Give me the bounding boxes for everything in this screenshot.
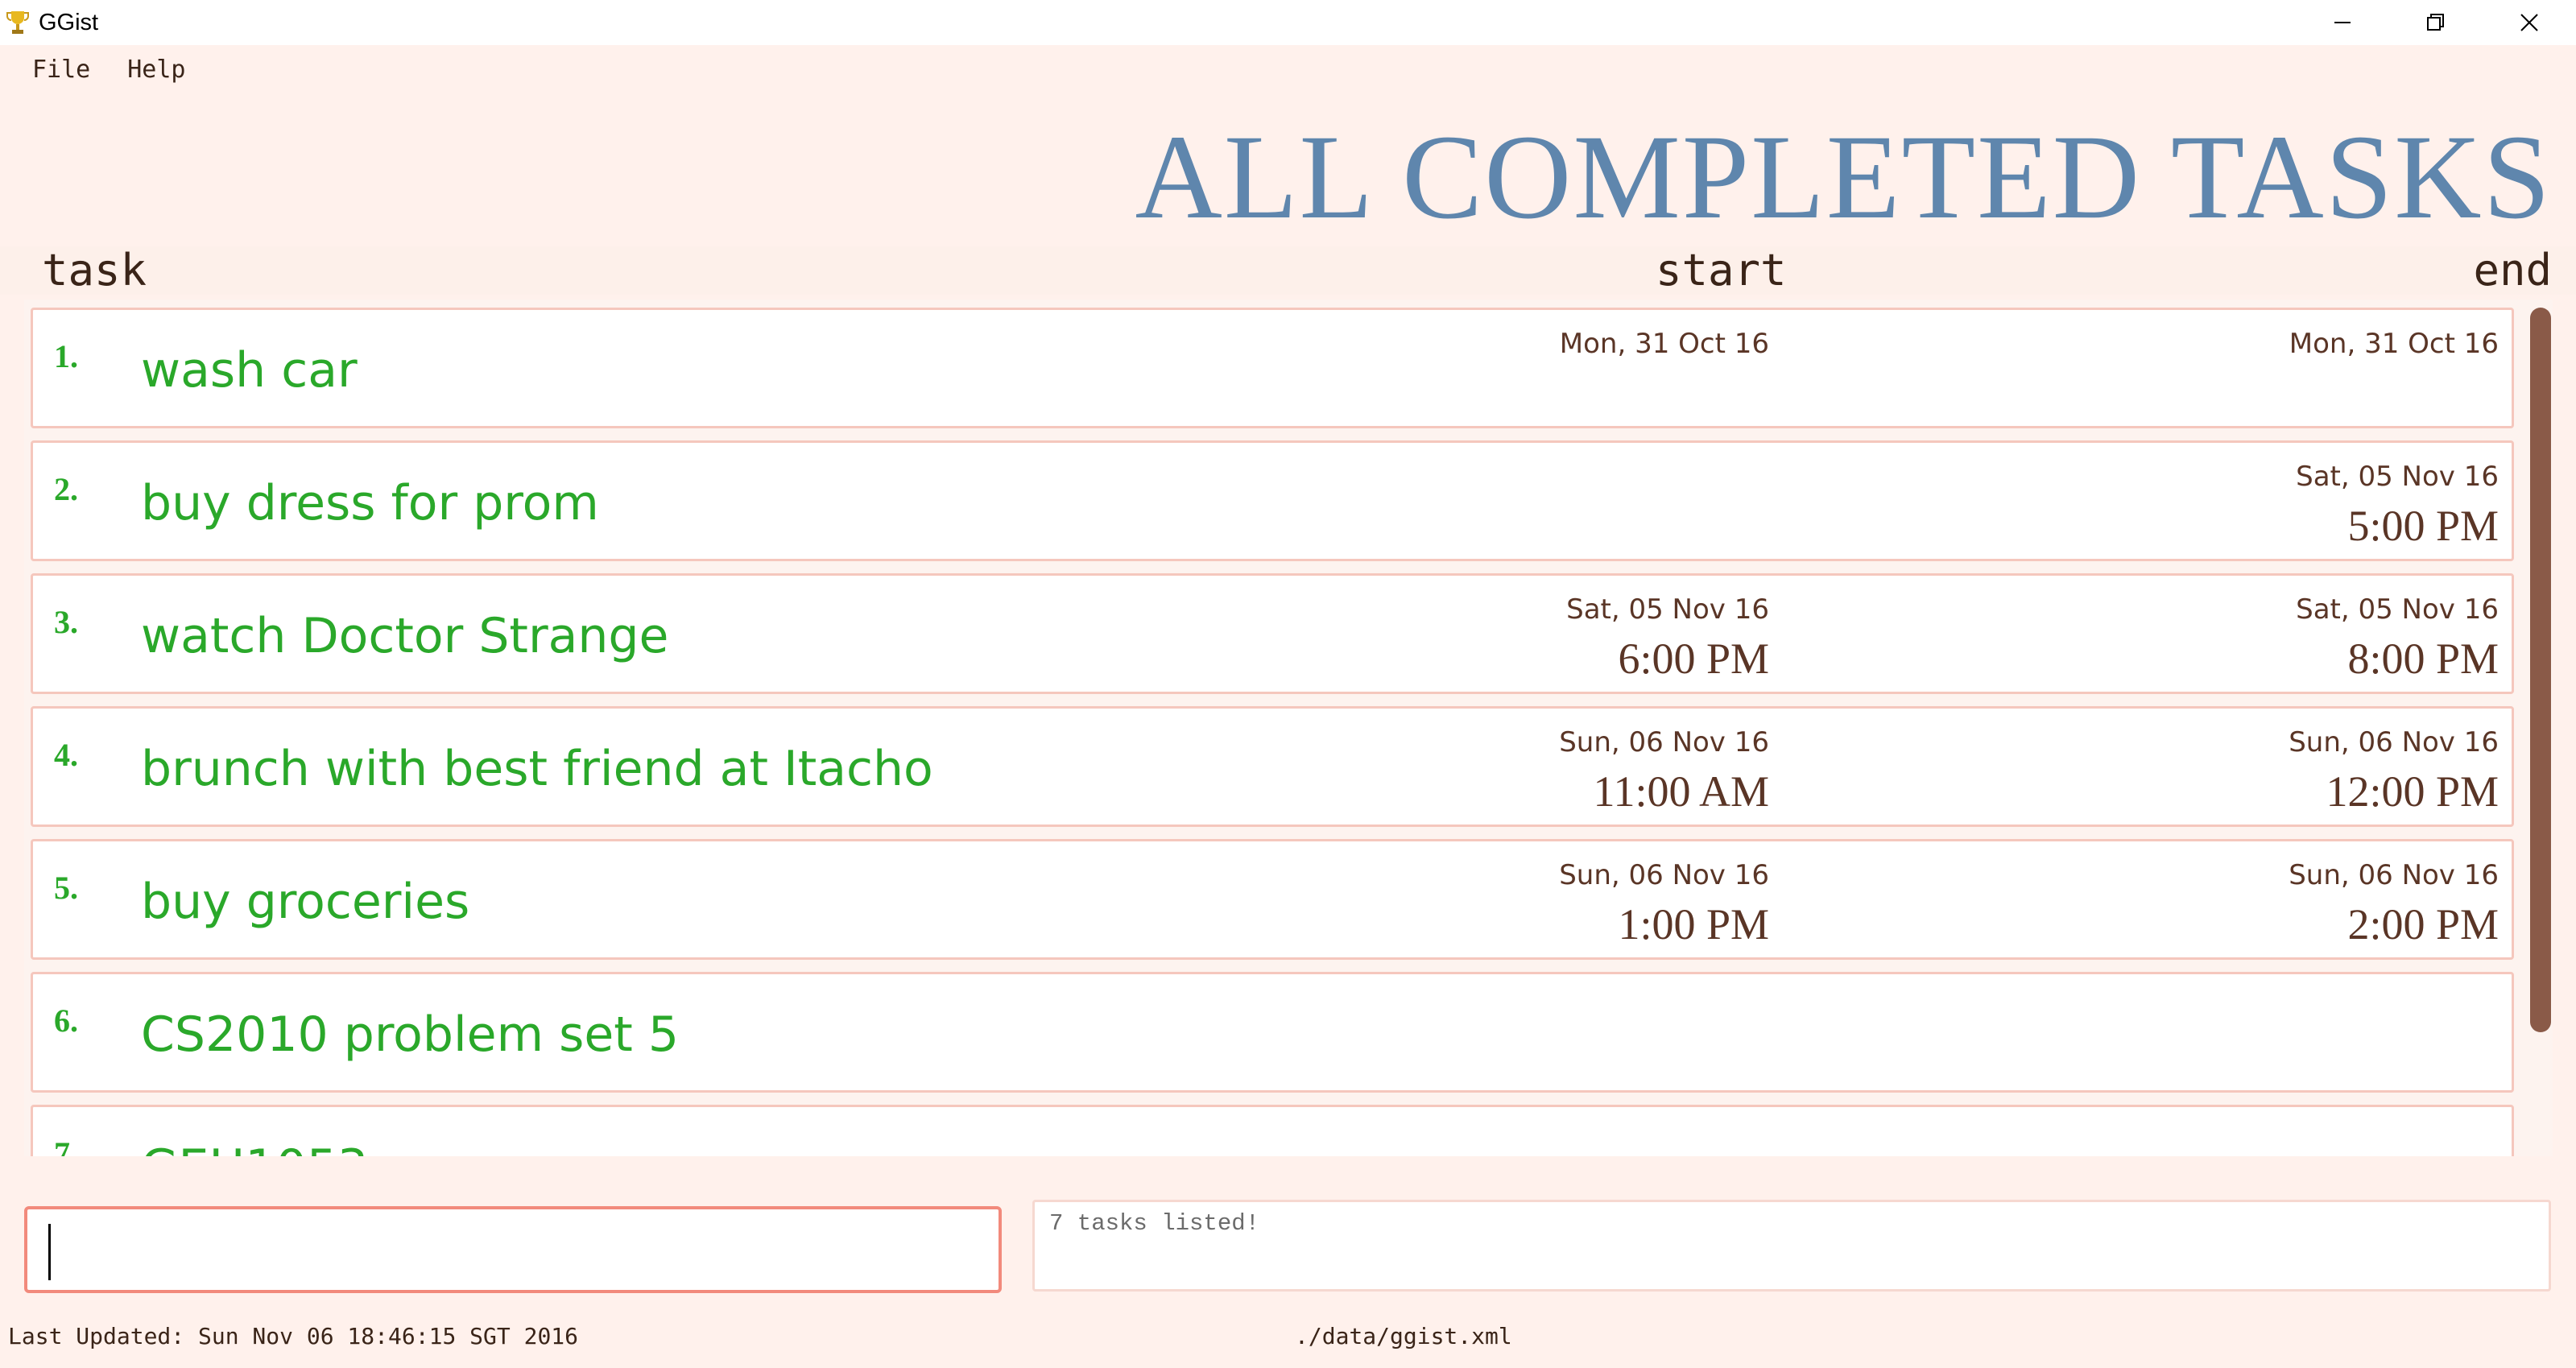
task-card[interactable]: 5. buy groceries Sun, 06 Nov 16 1:00 PM …	[31, 839, 2514, 960]
task-start-date: Sat, 05 Nov 16	[1566, 593, 1769, 626]
command-input[interactable]	[24, 1206, 1002, 1293]
column-header-task: task	[42, 245, 147, 296]
task-start-time: 6:00 PM	[1618, 634, 1769, 683]
task-end-date: Sat, 05 Nov 16	[2296, 461, 2499, 493]
task-number: 1.	[54, 338, 78, 374]
status-last-updated: Last Updated: Sun Nov 06 18:46:15 SGT 20…	[8, 1323, 579, 1349]
task-card[interactable]: 6. CS2010 problem set 5	[31, 972, 2514, 1093]
task-end-date: Mon, 31 Oct 16	[2289, 328, 2499, 360]
task-number: 5.	[54, 870, 78, 906]
task-number: 4.	[54, 737, 78, 773]
task-end-time: 2:00 PM	[2347, 900, 2499, 949]
task-name: GEH1053	[141, 1139, 368, 1156]
task-end-date: Sun, 06 Nov 16	[2289, 859, 2499, 891]
task-number: 2.	[54, 471, 78, 507]
task-name: buy groceries	[141, 874, 470, 930]
task-end-date: Sat, 05 Nov 16	[2296, 593, 2499, 626]
task-card[interactable]: 7. GEH1053	[31, 1105, 2514, 1156]
task-name: CS2010 problem set 5	[141, 1006, 680, 1063]
task-name: buy dress for prom	[141, 475, 599, 531]
task-card[interactable]: 3. watch Doctor Strange Sat, 05 Nov 16 6…	[31, 573, 2514, 694]
column-header-start: start	[1656, 245, 1787, 296]
menu-file[interactable]: File	[32, 56, 90, 84]
task-end-time: 12:00 PM	[2326, 767, 2499, 816]
task-number: 6.	[54, 1002, 78, 1039]
task-card[interactable]: 2. buy dress for prom Sat, 05 Nov 16 5:0…	[31, 440, 2514, 561]
status-file-path: ./data/ggist.xml	[1295, 1323, 1512, 1349]
task-start-time: 11:00 AM	[1593, 767, 1769, 816]
menu-bar: File Help	[0, 45, 2576, 93]
result-message: 7 tasks listed!	[1049, 1210, 1260, 1237]
task-list[interactable]: 1. wash car Mon, 31 Oct 16 Mon, 31 Oct 1…	[24, 300, 2553, 1156]
window-title-bar: GGist	[0, 0, 2576, 45]
window-title: GGist	[39, 9, 99, 35]
list-scrollbar[interactable]	[2530, 308, 2551, 1032]
task-name: wash car	[141, 342, 358, 399]
trophy-icon	[3, 8, 32, 37]
text-cursor	[48, 1224, 51, 1280]
task-card[interactable]: 1. wash car Mon, 31 Oct 16 Mon, 31 Oct 1…	[31, 308, 2514, 428]
task-number: 7.	[54, 1135, 78, 1156]
column-headers: task start end	[0, 246, 2576, 295]
task-name: brunch with best friend at Itacho	[141, 741, 933, 797]
restore-button[interactable]	[2389, 0, 2483, 45]
task-start-date: Sun, 06 Nov 16	[1559, 726, 1769, 758]
task-card[interactable]: 4. brunch with best friend at Itacho Sun…	[31, 706, 2514, 827]
page-title: ALL COMPLETED TASKS	[1135, 110, 2552, 244]
close-button[interactable]	[2483, 0, 2576, 45]
task-end-date: Sun, 06 Nov 16	[2289, 726, 2499, 758]
task-start-date: Mon, 31 Oct 16	[1559, 328, 1769, 360]
task-start-date: Sun, 06 Nov 16	[1559, 859, 1769, 891]
menu-help[interactable]: Help	[127, 56, 185, 84]
task-name: watch Doctor Strange	[141, 608, 669, 664]
task-end-time: 8:00 PM	[2347, 634, 2499, 683]
task-end-time: 5:00 PM	[2347, 502, 2499, 550]
task-number: 3.	[54, 604, 78, 640]
task-start-time: 1:00 PM	[1618, 900, 1769, 949]
result-display: 7 tasks listed!	[1032, 1200, 2551, 1292]
minimize-button[interactable]	[2296, 0, 2389, 45]
column-header-end: end	[2473, 245, 2552, 296]
